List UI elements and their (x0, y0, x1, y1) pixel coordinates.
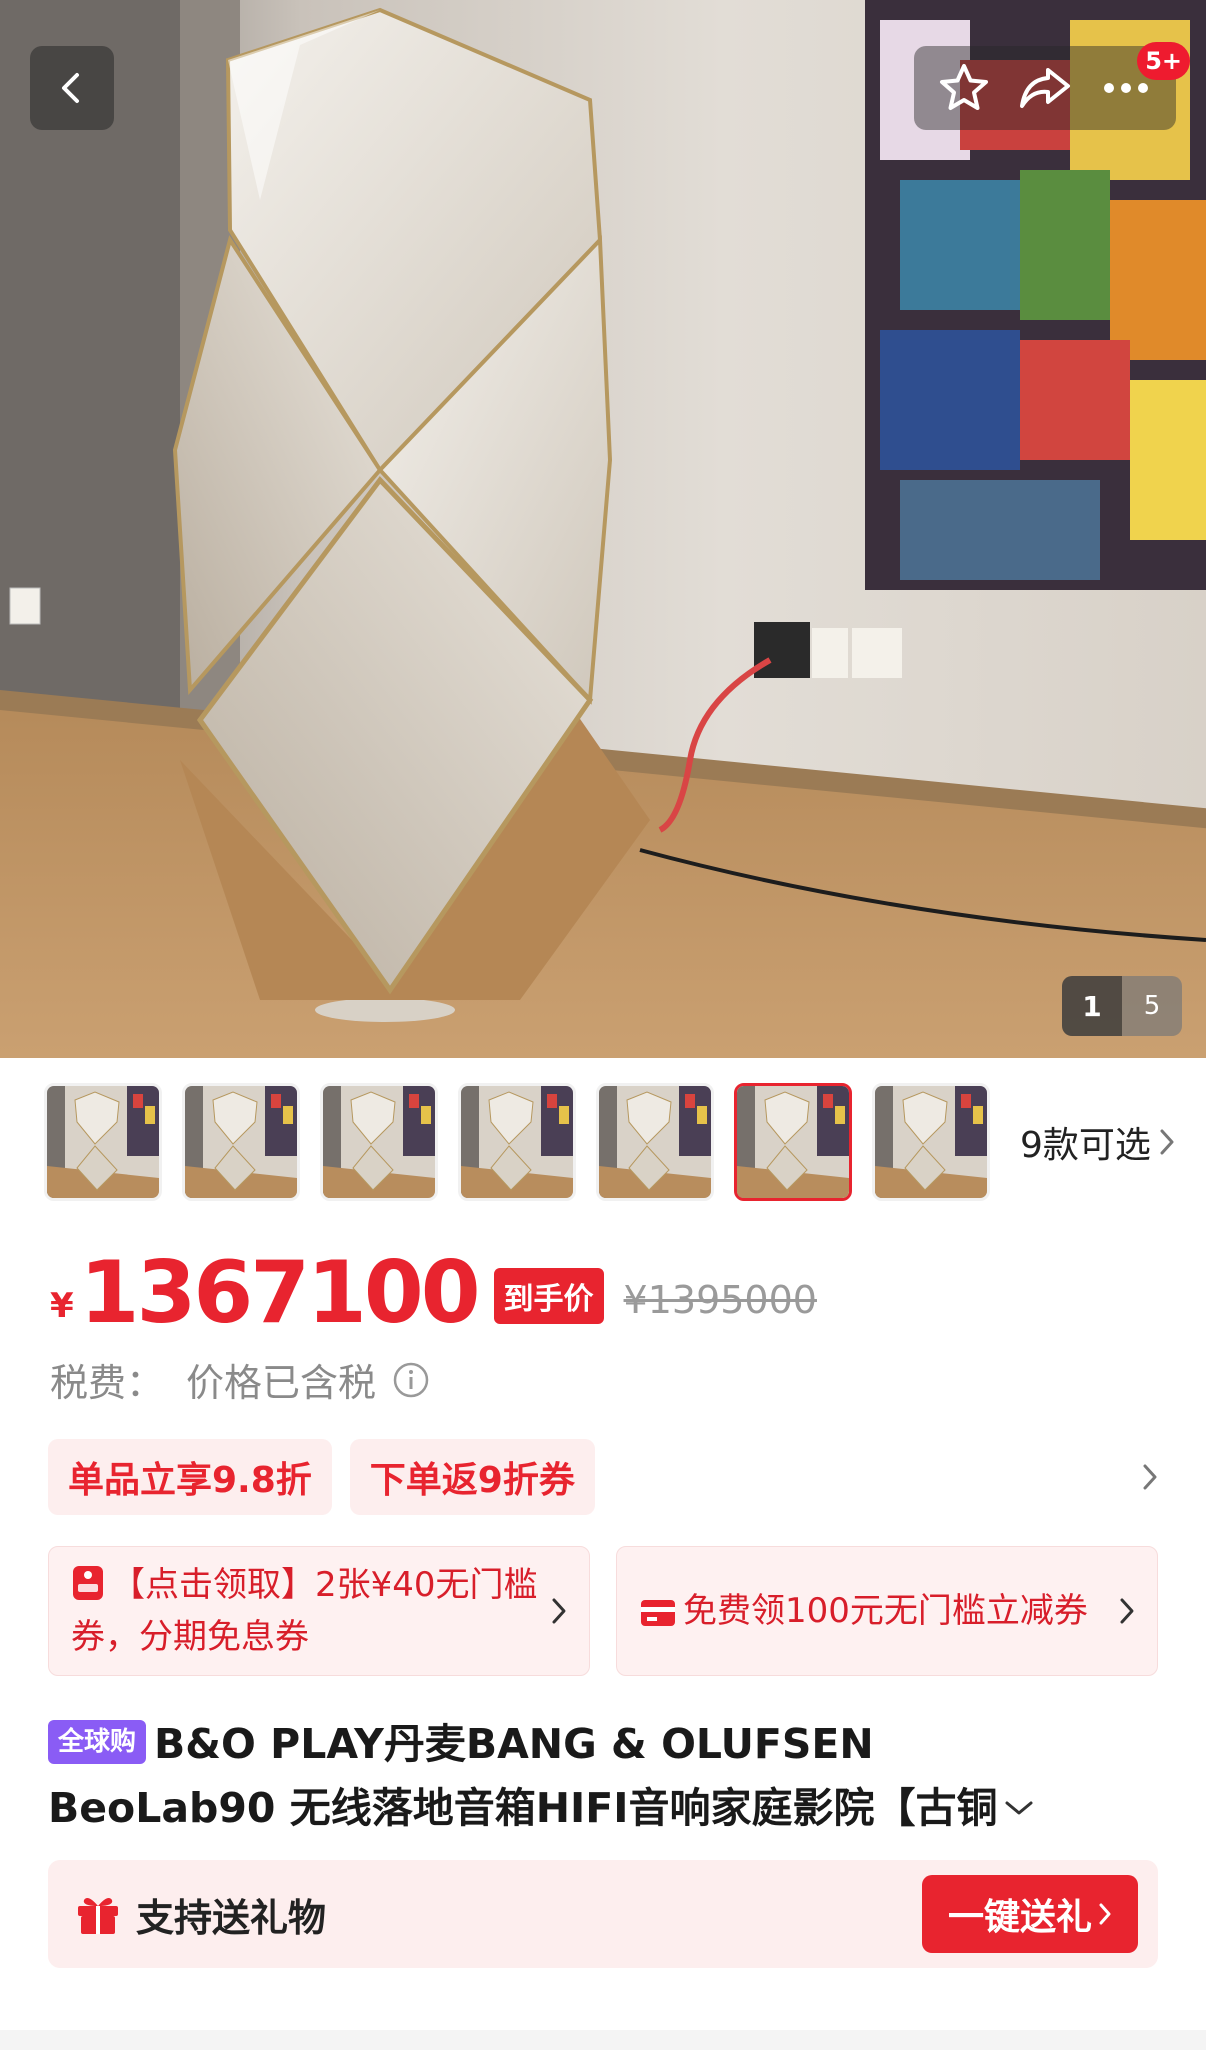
currency-symbol: ¥ (50, 1286, 74, 1326)
tax-label: 税费： (50, 1361, 165, 1405)
pager-total: 5 (1122, 976, 1182, 1036)
back-button[interactable] (30, 46, 114, 130)
final-price-tag: 到手价 (493, 1268, 604, 1324)
share-icon (1019, 68, 1070, 108)
promo-discount[interactable]: 单品立享9.8折 (48, 1439, 332, 1515)
thumb-image (461, 1086, 573, 1198)
thumb-image (599, 1086, 711, 1198)
promo-coupon-return[interactable]: 下单返9折券 (349, 1439, 595, 1515)
thumb-image (47, 1086, 159, 1198)
coupon-text: 【点击领取】2张¥40无门槛券，分期免息券 (71, 1565, 538, 1657)
tax-info: 税费： 价格已含税 (50, 1352, 430, 1407)
title-line-2: BeoLab90 无线落地音箱HIFI音响家庭影院【古铜 (48, 1776, 1158, 1840)
promotion-tags[interactable]: 单品立享9.8折 下单返9折券 (48, 1438, 1158, 1516)
chevron-right-icon[interactable] (1142, 1463, 1158, 1491)
thumb-image (737, 1086, 849, 1198)
more-variants-link[interactable]: 9款可选 (1020, 1116, 1175, 1168)
pager-current: 1 (1062, 976, 1122, 1036)
share-button[interactable] (1015, 58, 1075, 118)
more-dots-icon (1103, 83, 1148, 93)
variant-thumb[interactable] (182, 1083, 300, 1201)
card-icon (641, 1600, 675, 1626)
more-variants-label: 9款可选 (1020, 1125, 1151, 1166)
star-icon (940, 64, 989, 110)
variant-thumb[interactable] (458, 1083, 576, 1201)
chevron-right-icon (1160, 1129, 1174, 1155)
thumb-image (875, 1086, 987, 1198)
variant-thumb[interactable] (596, 1083, 714, 1201)
coupon-badge-icon (73, 1566, 103, 1600)
variant-thumb[interactable] (320, 1083, 438, 1201)
product-hero-image[interactable]: 5+ 1 5 (0, 0, 1206, 1058)
info-icon[interactable] (392, 1361, 430, 1399)
send-gift-button[interactable]: 一键送礼 (922, 1875, 1138, 1953)
title-text-line-2: BeoLab90 无线落地音箱HIFI音响家庭影院【古铜 (48, 1784, 998, 1832)
product-title: 全球购 B&O PLAY丹麦BANG & OLUFSEN BeoLab90 无线落… (48, 1712, 1158, 1840)
image-pager: 1 5 (1062, 976, 1182, 1036)
coupon-card-claim[interactable]: 【点击领取】2张¥40无门槛券，分期免息券 (48, 1546, 590, 1676)
original-price: ¥1395000 (623, 1278, 817, 1322)
chevron-down-icon[interactable] (1004, 1799, 1034, 1817)
variant-thumbnails: 9款可选 (44, 1080, 1184, 1204)
variant-thumb[interactable] (44, 1083, 162, 1201)
thumb-image (185, 1086, 297, 1198)
tax-value: 价格已含税 (186, 1361, 377, 1405)
chevron-right-icon (1120, 1598, 1134, 1624)
gift-bar: 支持送礼物 一键送礼 (48, 1860, 1158, 1968)
send-gift-label: 一键送礼 (947, 1897, 1092, 1938)
speaker-photo (0, 0, 1206, 1058)
variant-thumb[interactable] (872, 1083, 990, 1201)
coupon-text: 免费领100元无门槛立减券 (683, 1591, 1088, 1631)
gift-label: 支持送礼物 (136, 1895, 327, 1940)
coupon-text-wrap: 免费领100元无门槛立减券 (639, 1585, 1107, 1637)
price-row: ¥ 1367100 到手价 ¥1395000 (50, 1248, 817, 1338)
gift-icon (78, 1898, 118, 1934)
chevron-left-icon (62, 73, 79, 103)
favorite-button[interactable] (934, 58, 994, 118)
global-purchase-badge: 全球购 (48, 1720, 147, 1764)
notification-badge: 5+ (1137, 42, 1190, 80)
bottom-divider (0, 2030, 1206, 2050)
thumb-image (323, 1086, 435, 1198)
variant-thumb-selected[interactable] (734, 1083, 852, 1201)
current-price: 1367100 (79, 1243, 481, 1343)
title-text-line-1: B&O PLAY丹麦BANG & OLUFSEN (154, 1720, 874, 1768)
coupon-text-wrap: 【点击领取】2张¥40无门槛券，分期免息券 (71, 1559, 539, 1663)
coupon-row: 【点击领取】2张¥40无门槛券，分期免息券 免费领100元无门槛立减券 (48, 1546, 1158, 1676)
title-line-1: 全球购 B&O PLAY丹麦BANG & OLUFSEN (48, 1712, 1158, 1776)
chevron-right-icon (552, 1598, 566, 1624)
coupon-card-free[interactable]: 免费领100元无门槛立减券 (616, 1546, 1158, 1676)
chevron-right-icon (1099, 1903, 1111, 1925)
